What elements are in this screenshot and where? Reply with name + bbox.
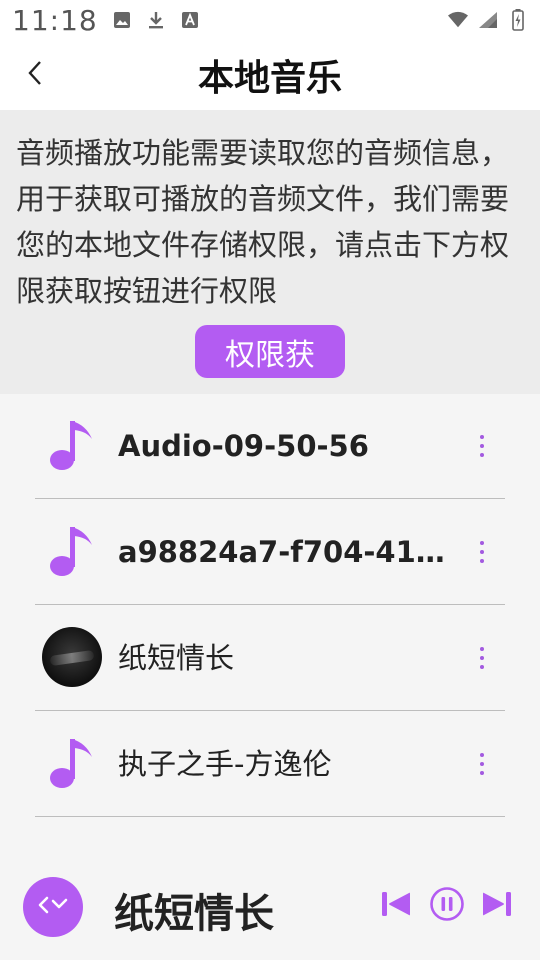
music-note-icon [42, 415, 102, 475]
disc-icon [37, 893, 69, 921]
image-icon [112, 10, 132, 30]
music-note-icon [42, 521, 102, 581]
song-list: Audio-09-50-56 a98824a7-f704-41e5-.. 纸短情… [0, 393, 540, 817]
song-list-item[interactable]: 执子之手-方逸伦 [0, 711, 540, 817]
wifi-icon [448, 10, 468, 30]
grant-permission-button[interactable]: 权限获 [195, 325, 345, 378]
status-system-icons [448, 9, 528, 31]
page-title: 本地音乐 [197, 58, 342, 99]
now-playing-disc[interactable] [23, 877, 83, 937]
song-title: 纸短情长 [118, 641, 235, 675]
status-notification-icons [112, 10, 200, 30]
status-bar: 11:18 [0, 0, 540, 40]
more-options-icon[interactable] [470, 641, 494, 675]
mini-player: 纸短情长 [0, 850, 540, 960]
chevron-left-icon [27, 60, 43, 90]
song-list-item[interactable]: Audio-09-50-56 [0, 393, 540, 499]
now-playing-title: 纸短情长 [114, 891, 274, 937]
app-bar: 本地音乐 [0, 40, 540, 110]
divider [35, 816, 505, 817]
song-list-item[interactable]: 纸短情长 [0, 605, 540, 711]
back-button[interactable] [18, 58, 52, 92]
download-icon [146, 10, 166, 30]
pause-button[interactable] [429, 886, 465, 926]
song-list-item[interactable]: a98824a7-f704-41e5-.. [0, 499, 540, 605]
skip-previous-button[interactable] [378, 888, 414, 924]
more-options-icon[interactable] [470, 747, 494, 781]
skip-previous-icon [380, 890, 412, 922]
signal-icon [478, 10, 498, 30]
status-time: 11:18 [12, 3, 98, 37]
skip-next-icon [481, 890, 513, 922]
skip-next-button[interactable] [479, 888, 515, 924]
battery-charging-icon [508, 9, 528, 31]
pause-icon [429, 886, 465, 926]
more-options-icon[interactable] [470, 429, 494, 463]
song-title: a98824a7-f704-41e5-.. [118, 535, 458, 569]
more-options-icon[interactable] [470, 535, 494, 569]
a-box-icon [180, 10, 200, 30]
permission-message: 音频播放功能需要读取您的音频信息，用于获取可播放的音频文件，我们需要您的本地文件… [16, 136, 510, 308]
song-title: 执子之手-方逸伦 [118, 747, 332, 781]
album-cover [42, 627, 102, 687]
music-note-icon [42, 733, 102, 793]
song-title: Audio-09-50-56 [118, 429, 369, 463]
